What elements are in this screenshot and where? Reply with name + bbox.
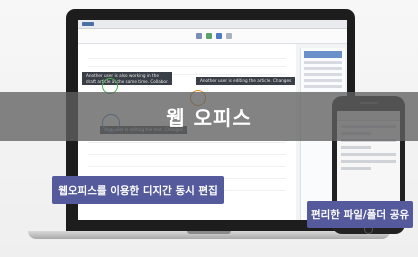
phone-text-line (341, 146, 371, 149)
bubble-text: draft article at the same time. Collabor (86, 78, 168, 84)
side-panel-row (304, 73, 342, 76)
phone-text-line (341, 167, 371, 170)
bubble-text: Another user is also working in the (86, 73, 159, 78)
phone-text-line (341, 153, 396, 156)
side-panel-row (304, 79, 342, 82)
text-line (88, 166, 286, 167)
toolbar-icon[interactable] (226, 33, 232, 39)
bubble-text: Another user is editing the article. Cha… (200, 78, 292, 83)
text-line (88, 154, 286, 155)
laptop-notch (187, 231, 231, 234)
promo-image: Another user is also working in the draf… (0, 0, 418, 257)
toolbar-icon[interactable] (216, 33, 222, 39)
title-banner: 웹 오피스 (0, 92, 418, 141)
caption-badge-left: 웹오피스를 이용한 디지간 동시 편집 (52, 176, 224, 204)
text-line (88, 142, 286, 143)
side-panel-row (304, 67, 342, 70)
text-line (88, 58, 286, 59)
banner-title: 웹 오피스 (166, 106, 252, 130)
app-title-bar (78, 20, 347, 29)
collaborator-bubble: Another user is also working in the draf… (82, 72, 172, 85)
editor-toolbar (78, 29, 347, 44)
side-panel-header[interactable] (304, 51, 342, 58)
collaborator-bubble: Another user is editing the article. Cha… (196, 77, 296, 85)
toolbar-icon[interactable] (206, 33, 212, 39)
phone-text-line (341, 160, 396, 163)
side-panel-row (304, 61, 342, 64)
toolbar-icon[interactable] (196, 33, 202, 39)
app-logo (82, 22, 94, 26)
text-line (88, 66, 286, 67)
side-panel-row (304, 85, 342, 88)
caption-badge-right: 편리한 파일/폴더 공유 (307, 201, 413, 228)
